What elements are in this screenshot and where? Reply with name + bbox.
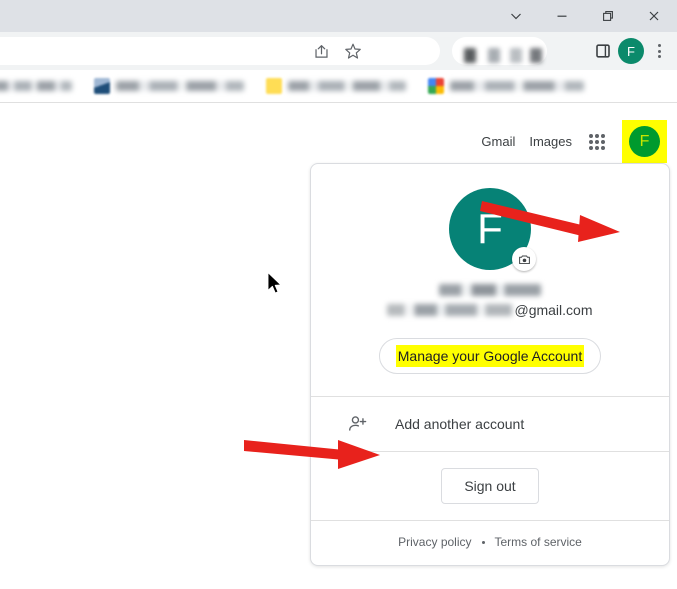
bookmarks-bar bbox=[0, 70, 677, 103]
extension-icon-4[interactable] bbox=[530, 48, 542, 63]
account-avatar-initial: F bbox=[477, 205, 503, 252]
extension-icon-1[interactable] bbox=[464, 48, 476, 63]
profile-initial: F bbox=[618, 38, 644, 64]
window-controls bbox=[493, 0, 677, 32]
share-icon[interactable] bbox=[307, 37, 335, 65]
account-email: @gmail.com bbox=[387, 302, 593, 318]
extension-icon-2[interactable] bbox=[488, 48, 500, 63]
profile-avatar-button[interactable]: F bbox=[617, 37, 645, 65]
bookmark-label bbox=[450, 81, 584, 91]
close-icon[interactable] bbox=[631, 0, 677, 32]
mouse-cursor bbox=[267, 272, 282, 294]
bookmark-item[interactable] bbox=[0, 74, 72, 98]
page-content: Gmail Images F F @gmail.com Manage your … bbox=[0, 103, 677, 589]
account-avatar-wrapper: F bbox=[449, 188, 536, 271]
add-another-account-label: Add another account bbox=[395, 416, 525, 432]
terms-of-service-link[interactable]: Terms of service bbox=[495, 535, 582, 549]
bookmark-favicon-icon bbox=[266, 78, 282, 94]
side-panel-icon[interactable] bbox=[589, 37, 617, 65]
bookmark-favicon-icon bbox=[428, 78, 444, 94]
minimize-icon[interactable] bbox=[539, 0, 585, 32]
address-bar[interactable] bbox=[0, 37, 440, 65]
header-avatar-initial: F bbox=[639, 132, 650, 150]
google-account-card: F @gmail.com Manage your Google Account … bbox=[310, 163, 670, 566]
browser-window: F Gmail Images F F @gmail.com Manage you… bbox=[0, 0, 677, 589]
manage-account-label: Manage your Google Account bbox=[395, 345, 585, 367]
bookmark-item[interactable] bbox=[266, 74, 406, 98]
sign-out-row: Sign out bbox=[311, 452, 669, 520]
account-email-domain: @gmail.com bbox=[514, 302, 593, 318]
account-email-local-part bbox=[387, 304, 513, 316]
header-avatar-highlight: F bbox=[622, 120, 667, 163]
bookmark-favicon-icon bbox=[94, 78, 110, 94]
bookmark-star-icon[interactable] bbox=[339, 37, 367, 65]
bookmark-item[interactable] bbox=[94, 74, 244, 98]
extension-icon-3[interactable] bbox=[510, 48, 522, 63]
bookmark-label bbox=[0, 81, 72, 91]
footer-separator-dot bbox=[481, 540, 485, 544]
google-account-avatar-button[interactable]: F bbox=[629, 126, 660, 157]
privacy-policy-link[interactable]: Privacy policy bbox=[398, 535, 471, 549]
chrome-menu-kebab-icon[interactable] bbox=[645, 37, 673, 65]
bookmark-item[interactable] bbox=[428, 74, 584, 98]
manage-google-account-button[interactable]: Manage your Google Account bbox=[378, 338, 602, 374]
bookmark-label bbox=[288, 81, 406, 91]
change-photo-camera-icon[interactable] bbox=[512, 247, 536, 271]
account-display-name bbox=[439, 284, 541, 296]
add-person-icon bbox=[347, 413, 369, 435]
add-another-account-item[interactable]: Add another account bbox=[311, 397, 669, 451]
account-identity-section: F @gmail.com bbox=[311, 164, 669, 338]
sign-out-button[interactable]: Sign out bbox=[441, 468, 539, 504]
gmail-link[interactable]: Gmail bbox=[481, 134, 515, 149]
toolbar-icon-group: F bbox=[314, 32, 673, 70]
browser-toolbar: F bbox=[0, 32, 677, 70]
manage-account-row: Manage your Google Account bbox=[311, 338, 669, 396]
google-header-links: Gmail Images F bbox=[481, 120, 667, 163]
google-apps-grid-icon[interactable] bbox=[588, 133, 606, 151]
extensions-pill bbox=[452, 37, 547, 65]
images-link[interactable]: Images bbox=[529, 134, 572, 149]
card-footer: Privacy policy Terms of service bbox=[311, 521, 669, 565]
restore-icon[interactable] bbox=[585, 0, 631, 32]
window-titlebar bbox=[0, 0, 677, 32]
tab-search-chevron-down-icon[interactable] bbox=[493, 0, 539, 32]
bookmark-label bbox=[116, 81, 244, 91]
